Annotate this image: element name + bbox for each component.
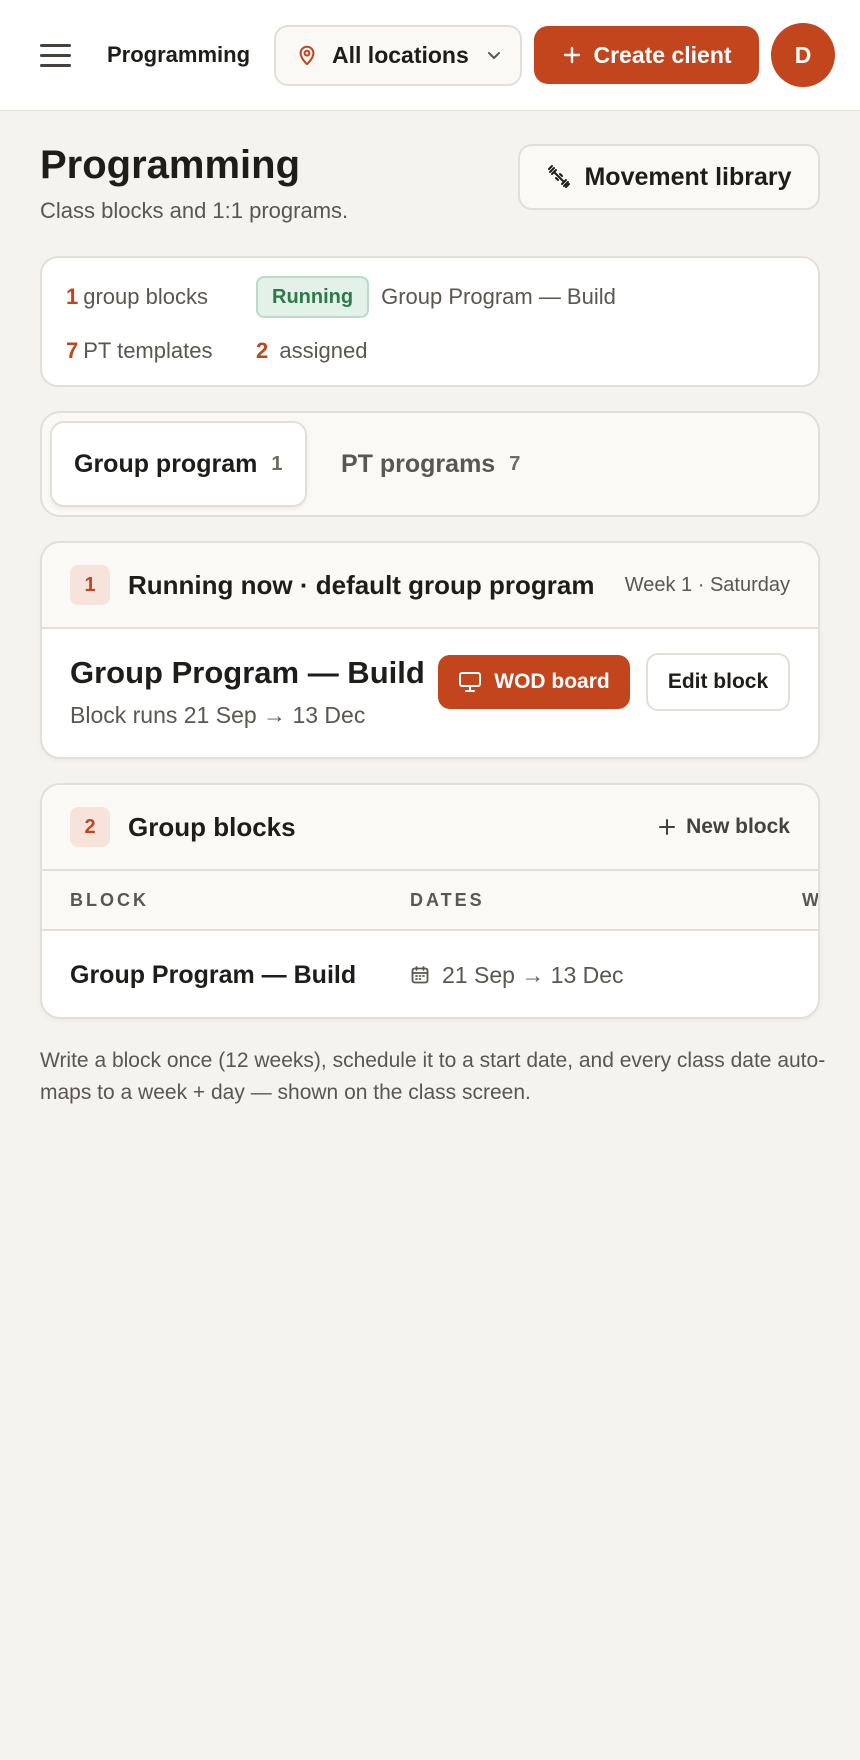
column-header-dates[interactable]: DATES [410, 871, 485, 929]
pt-templates-count: 7 [66, 338, 79, 363]
tab-count: 7 [509, 452, 521, 475]
pt-templates-label: PT templates [83, 338, 213, 363]
group-blocks-title: Group blocks [128, 811, 296, 842]
tab-label: PT programs [341, 449, 496, 478]
step-number: 2 [70, 807, 110, 847]
plus-icon [563, 46, 580, 64]
edit-block-button[interactable]: Edit block [646, 653, 790, 711]
group-blocks-card: 2 Group blocks New block BLOCK DATES W G… [40, 783, 820, 1019]
running-now-card: 1 Running now · default group program We… [40, 541, 820, 759]
main-content: Programming Class blocks and 1:1 program… [0, 111, 860, 1109]
wod-board-label: WOD board [494, 670, 610, 693]
calendar-icon [411, 966, 429, 984]
summary-row-pt: 7 PT templates 2 assigned [66, 330, 367, 372]
tab-pt-programs[interactable]: PT programs 7 [319, 421, 542, 507]
page-title: Programming [40, 143, 301, 187]
chevron-down-icon [488, 52, 501, 59]
program-tabs: Group program 1 PT programs 7 [40, 411, 820, 517]
avatar[interactable]: D [771, 23, 836, 87]
block-cell: Group Program — Build [70, 960, 357, 989]
column-header-weeks[interactable]: W [802, 871, 818, 929]
hamburger-menu-icon[interactable] [40, 35, 80, 75]
group-blocks-count: 1 [66, 284, 79, 309]
top-bar: Programming All locations Create client … [0, 0, 860, 111]
movement-library-button[interactable]: Movement library [518, 144, 820, 210]
assigned-count: 2 [256, 338, 269, 363]
group-blocks-header: 2 Group blocks New block [42, 785, 818, 871]
column-header-block[interactable]: BLOCK [70, 871, 149, 929]
current-week-day: Week 1 · Saturday [624, 573, 790, 596]
create-client-label: Create client [593, 41, 732, 68]
assigned-stat: 2 assigned [256, 338, 367, 364]
location-select-label: All locations [332, 41, 469, 68]
running-block-name: Group Program — Build [70, 655, 425, 690]
movement-library-label: Movement library [584, 162, 792, 191]
summary-row-group: 1 group blocks Running Group Program — B… [66, 276, 616, 318]
dates-cell: 21 Sep → 13 Dec [410, 931, 624, 1017]
plus-icon [659, 819, 676, 835]
running-now-title: Running now · default group program [128, 569, 595, 600]
page-subtitle: Class blocks and 1:1 programs. [40, 198, 349, 223]
dumbbell-icon [548, 165, 571, 188]
monitor-icon [459, 672, 482, 692]
running-program-name: Group Program — Build [381, 284, 616, 309]
new-block-button[interactable]: New block [658, 815, 790, 839]
help-footnote: Write a block once (12 weeks), schedule … [40, 1049, 826, 1104]
step-number: 1 [70, 565, 110, 605]
running-now-header: 1 Running now · default group program We… [42, 543, 818, 629]
group-blocks-label: group blocks [83, 284, 208, 309]
tab-label: Group program [74, 449, 258, 478]
pt-templates-stat: 7 PT templates [66, 338, 256, 364]
running-block-dates: Block runs 21 Sep → 13 Dec [70, 702, 366, 728]
topbar-title: Programming [107, 42, 251, 67]
group-blocks-stat: 1 group blocks [66, 284, 256, 310]
table-row[interactable]: Group Program — Build 21 Sep → 13 Dec [42, 931, 818, 1017]
map-pin-icon [299, 45, 315, 66]
page-header: Programming Class blocks and 1:1 program… [40, 111, 820, 256]
status-badge: Running [256, 276, 370, 318]
blocks-table-header: BLOCK DATES W [42, 871, 818, 931]
location-select[interactable]: All locations [274, 24, 523, 86]
assigned-label: assigned [279, 338, 368, 363]
dates-text: 21 Sep → 13 Dec [442, 961, 624, 988]
tab-group-program[interactable]: Group program 1 [50, 421, 307, 507]
new-block-label: New block [686, 815, 790, 838]
tab-count: 1 [271, 452, 283, 475]
running-now-body: Group Program — Build Block runs 21 Sep … [42, 629, 818, 757]
wod-board-button[interactable]: WOD board [438, 655, 630, 709]
summary-card: 1 group blocks Running Group Program — B… [40, 256, 820, 387]
create-client-button[interactable]: Create client [534, 26, 760, 84]
